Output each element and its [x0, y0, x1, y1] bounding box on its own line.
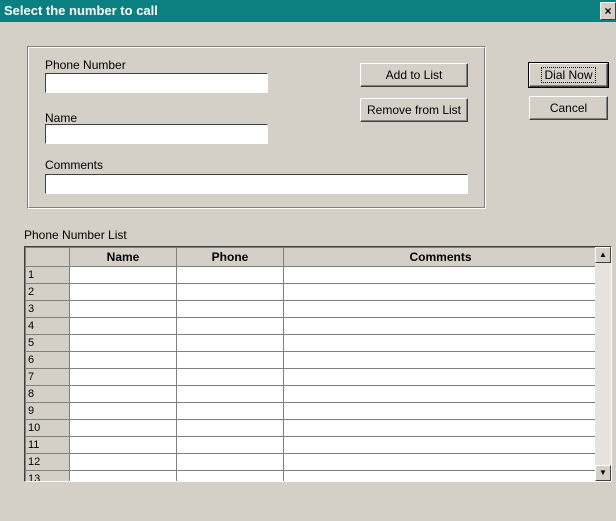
comments-cell[interactable]	[283, 402, 598, 420]
name-cell[interactable]	[69, 334, 177, 352]
phone-cell[interactable]	[176, 402, 284, 420]
phone-cell[interactable]	[176, 317, 284, 335]
comments-cell[interactable]	[283, 368, 598, 386]
row-number[interactable]: 7	[25, 368, 70, 386]
comments-cell[interactable]	[283, 317, 598, 335]
name-input[interactable]	[46, 125, 267, 143]
row-number[interactable]: 4	[25, 317, 70, 335]
row-number[interactable]: 12	[25, 453, 70, 471]
name-field[interactable]	[45, 124, 268, 144]
vertical-scrollbar[interactable]: ▲ ▼	[595, 247, 611, 481]
window-title: Select the number to call	[4, 3, 158, 18]
scroll-down-arrow-icon[interactable]: ▼	[595, 465, 611, 481]
grid-corner-cell	[25, 247, 70, 267]
close-button[interactable]: ×	[600, 2, 616, 20]
row-number[interactable]: 8	[25, 385, 70, 403]
remove-from-list-button[interactable]: Remove from List	[360, 98, 468, 122]
add-to-list-button[interactable]: Add to List	[360, 63, 468, 87]
row-number[interactable]: 2	[25, 283, 70, 301]
name-cell[interactable]	[69, 300, 177, 318]
table-row[interactable]: 2	[25, 283, 598, 301]
phone-number-label: Phone Number	[45, 58, 126, 72]
dial-now-label: Dial Now	[541, 67, 596, 83]
close-icon: ×	[604, 4, 612, 18]
comments-cell[interactable]	[283, 283, 598, 301]
comments-cell[interactable]	[283, 300, 598, 318]
comments-cell[interactable]	[283, 453, 598, 471]
phone-cell[interactable]	[176, 334, 284, 352]
table-row[interactable]: 10	[25, 419, 598, 437]
name-cell[interactable]	[69, 402, 177, 420]
column-header-phone[interactable]: Phone	[176, 247, 284, 267]
table-row[interactable]: 9	[25, 402, 598, 420]
name-cell[interactable]	[69, 453, 177, 471]
comments-cell[interactable]	[283, 436, 598, 454]
phone-cell[interactable]	[176, 436, 284, 454]
table-row[interactable]: 6	[25, 351, 598, 369]
phone-cell[interactable]	[176, 266, 284, 284]
table-row[interactable]: 13	[25, 470, 598, 481]
row-number[interactable]: 13	[25, 470, 70, 481]
comments-label: Comments	[45, 158, 104, 172]
table-row[interactable]: 8	[25, 385, 598, 403]
phone-cell[interactable]	[176, 385, 284, 403]
comments-cell[interactable]	[283, 266, 598, 284]
name-cell[interactable]	[69, 436, 177, 454]
comments-cell[interactable]	[283, 385, 598, 403]
table-row[interactable]: 12	[25, 453, 598, 471]
column-header-name[interactable]: Name	[69, 247, 177, 267]
phone-cell[interactable]	[176, 368, 284, 386]
name-cell[interactable]	[69, 351, 177, 369]
phone-cell[interactable]	[176, 453, 284, 471]
column-header-comments[interactable]: Comments	[283, 247, 598, 267]
scroll-up-arrow-icon[interactable]: ▲	[595, 247, 611, 263]
phone-number-field[interactable]	[45, 73, 268, 93]
name-cell[interactable]	[69, 470, 177, 481]
phone-number-grid[interactable]: Name Phone Comments 1234567891011121314 …	[24, 246, 612, 482]
name-cell[interactable]	[69, 368, 177, 386]
dial-now-button[interactable]: Dial Now	[528, 62, 609, 88]
phone-cell[interactable]	[176, 351, 284, 369]
comments-cell[interactable]	[283, 351, 598, 369]
phone-cell[interactable]	[176, 300, 284, 318]
cancel-button[interactable]: Cancel	[529, 96, 608, 120]
phone-number-list-label: Phone Number List	[24, 228, 127, 242]
name-cell[interactable]	[69, 385, 177, 403]
name-cell[interactable]	[69, 419, 177, 437]
title-bar: Select the number to call ×	[0, 0, 616, 22]
name-cell[interactable]	[69, 317, 177, 335]
row-number[interactable]: 3	[25, 300, 70, 318]
grid-header-row: Name Phone Comments	[25, 247, 598, 267]
phone-cell[interactable]	[176, 283, 284, 301]
comments-cell[interactable]	[283, 419, 598, 437]
row-number[interactable]: 11	[25, 436, 70, 454]
table-row[interactable]: 11	[25, 436, 598, 454]
table-row[interactable]: 3	[25, 300, 598, 318]
row-number[interactable]: 10	[25, 419, 70, 437]
name-label: Name	[45, 111, 78, 125]
phone-cell[interactable]	[176, 470, 284, 481]
table-row[interactable]: 4	[25, 317, 598, 335]
comments-field[interactable]	[45, 174, 468, 194]
comments-cell[interactable]	[283, 334, 598, 352]
row-number[interactable]: 6	[25, 351, 70, 369]
row-number[interactable]: 9	[25, 402, 70, 420]
comments-input[interactable]	[46, 175, 467, 193]
row-number[interactable]: 5	[25, 334, 70, 352]
table-row[interactable]: 1	[25, 266, 598, 284]
phone-number-input[interactable]	[46, 74, 267, 92]
name-cell[interactable]	[69, 266, 177, 284]
comments-cell[interactable]	[283, 470, 598, 481]
name-cell[interactable]	[69, 283, 177, 301]
row-number[interactable]: 1	[25, 266, 70, 284]
table-row[interactable]: 5	[25, 334, 598, 352]
table-row[interactable]: 7	[25, 368, 598, 386]
phone-cell[interactable]	[176, 419, 284, 437]
